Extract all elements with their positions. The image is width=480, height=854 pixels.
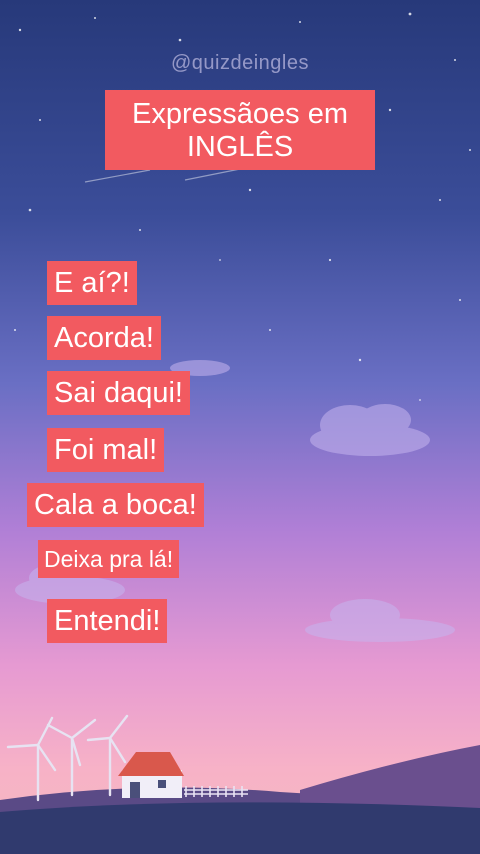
phrase-label: E aí?! <box>47 261 137 305</box>
phrase-label: Cala a boca! <box>27 483 204 527</box>
title-line-1: Expressãoes em <box>132 98 348 130</box>
phrase-label: Foi mal! <box>47 428 165 472</box>
phrase-label: Deixa pra lá! <box>38 540 180 578</box>
ground <box>0 802 480 854</box>
phrase-label: Sai daqui! <box>47 371 190 415</box>
page-title: Expressãoes em INGLÊS <box>105 90 375 170</box>
phrase-label: Entendi! <box>47 599 168 643</box>
account-handle: @quizdeingles <box>171 52 309 74</box>
title-line-2: INGLÊS <box>186 131 294 163</box>
phrase-label: Acorda! <box>47 316 161 360</box>
